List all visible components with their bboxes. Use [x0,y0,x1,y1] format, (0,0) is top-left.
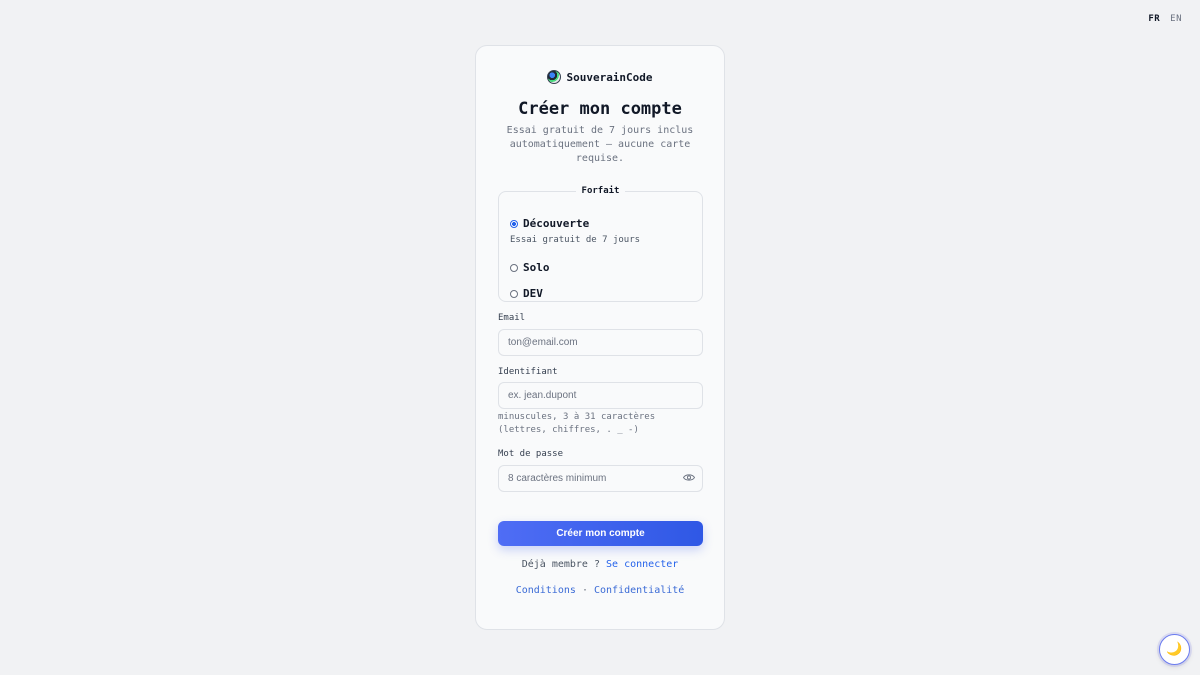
plan-label: DEV [523,287,543,300]
brand: SouverainCode [476,70,724,84]
privacy-link[interactable]: Confidentialité [594,585,684,596]
username-field[interactable] [498,382,703,409]
password-field[interactable] [498,465,703,492]
radio-icon[interactable] [510,289,518,298]
login-prompt: Déjà membre ? [521,559,600,570]
plan-selector: Forfait Découverte Essai gratuit de 7 jo… [498,186,703,302]
plan-description: Essai gratuit de 7 jours [510,235,641,245]
login-link[interactable]: Se connecter [606,559,678,570]
theme-toggle-button[interactable]: 🌙 [1159,634,1190,665]
terms-link[interactable]: Conditions [516,585,576,596]
plan-label: Solo [523,261,550,274]
email-label: Email [498,313,526,323]
login-line: Déjà membre ? Se connecter [476,559,724,570]
create-account-button[interactable]: Créer mon compte [498,521,703,546]
moon-icon: 🌙 [1166,642,1183,657]
lang-en-button[interactable]: EN [1170,14,1182,24]
eye-icon[interactable] [683,473,695,482]
page-title: Créer mon compte [518,99,682,119]
email-field[interactable] [498,329,703,356]
footer-links: Conditions · Confidentialité [476,585,724,596]
footer-separator: · [581,585,588,596]
plan-label: Découverte [523,217,590,230]
plan-option-solo[interactable]: Solo [510,261,550,274]
signup-card: SouverainCode Créer mon compte Essai gra… [475,45,725,630]
username-hint: minuscules, 3 à 31 caractères (lettres, … [498,412,656,435]
brand-name: SouverainCode [566,70,653,84]
radio-selected-icon[interactable] [510,219,518,228]
radio-icon[interactable] [510,263,518,272]
plan-option-decouverte[interactable]: Découverte [510,217,589,230]
page-subtitle: Essai gratuit de 7 jours inclus automati… [506,125,694,164]
plan-option-dev[interactable]: DEV [510,287,543,300]
plan-legend: Forfait [581,186,620,196]
username-label: Identifiant [498,367,558,377]
language-switcher: FR EN [1144,14,1182,24]
lang-fr-button[interactable]: FR [1148,14,1160,24]
globe-logo-icon [547,70,562,84]
password-label: Mot de passe [498,449,564,459]
